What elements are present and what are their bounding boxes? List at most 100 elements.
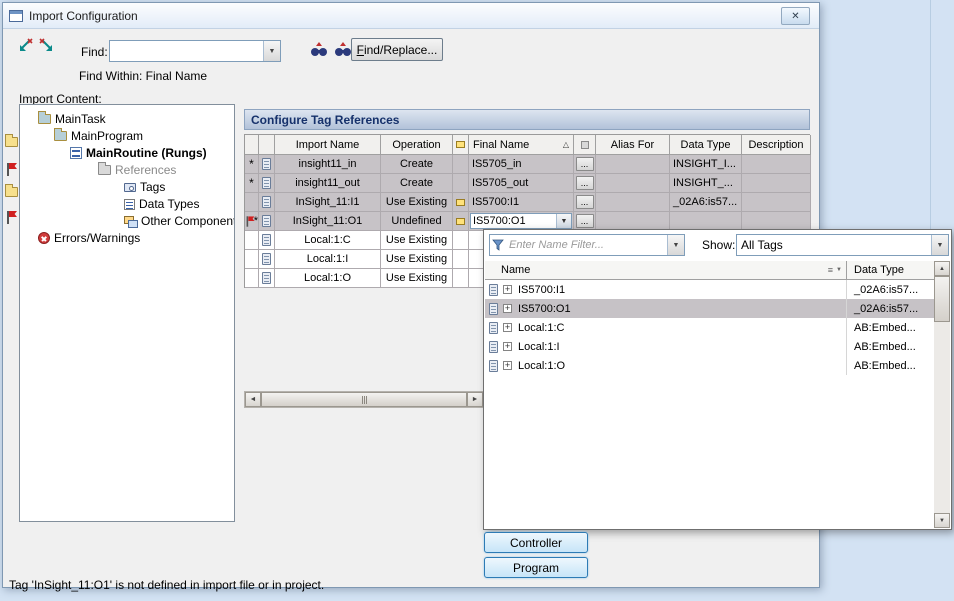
header-operation[interactable]: Operation bbox=[381, 135, 453, 155]
grid-row[interactable]: InSight_11:I1 Use Existing IS5700:I1 ...… bbox=[245, 193, 810, 212]
operation-cell[interactable]: Use Existing bbox=[381, 231, 453, 250]
tree-item-errors-warnings[interactable]: Errors/Warnings bbox=[38, 230, 140, 246]
close-button[interactable]: ✕ bbox=[781, 7, 810, 25]
browse-button[interactable]: ... bbox=[576, 195, 594, 209]
tag-list-scrollbar[interactable]: ▲ ▼ bbox=[934, 261, 950, 528]
tree-item-mainroutine[interactable]: MainRoutine (Rungs) bbox=[70, 145, 207, 161]
references-folder-icon bbox=[98, 165, 111, 175]
browse-button[interactable]: ... bbox=[576, 157, 594, 171]
operation-cell[interactable]: Use Existing bbox=[381, 193, 453, 212]
operation-cell[interactable]: Use Existing bbox=[381, 269, 453, 288]
scrollbar-thumb[interactable] bbox=[934, 276, 950, 322]
scrollbar-grip bbox=[364, 396, 365, 404]
next-marker-icon[interactable] bbox=[37, 37, 57, 55]
column-menu-icon[interactable]: ≡ bbox=[828, 265, 833, 275]
column-sort-icon[interactable]: ▼ bbox=[836, 267, 842, 273]
operation-cell[interactable]: Create bbox=[381, 174, 453, 193]
header-browse-column bbox=[574, 135, 596, 155]
find-input[interactable] bbox=[110, 41, 263, 61]
browse-button[interactable]: ... bbox=[576, 214, 594, 228]
scroll-right-icon[interactable]: ► bbox=[467, 392, 483, 407]
expand-icon[interactable]: + bbox=[503, 304, 512, 313]
show-combobox[interactable]: All Tags ▼ bbox=[736, 234, 949, 256]
data-type-column-header[interactable]: Data Type bbox=[846, 261, 935, 279]
grid-header-row: Import Name Operation Final Name△ Alias … bbox=[245, 135, 810, 155]
find-combobox[interactable]: ▼ bbox=[109, 40, 281, 62]
find-dropdown-arrow-icon[interactable]: ▼ bbox=[263, 41, 280, 61]
expand-icon[interactable]: + bbox=[503, 323, 512, 332]
name-column-header[interactable]: Name bbox=[501, 264, 530, 276]
scroll-left-icon[interactable]: ◄ bbox=[245, 392, 261, 407]
description-cell[interactable] bbox=[742, 155, 811, 174]
tag-list-item[interactable]: + Local:1:C AB:Embed... bbox=[485, 318, 935, 337]
show-dropdown-arrow-icon[interactable]: ▼ bbox=[931, 235, 948, 255]
header-description[interactable]: Description bbox=[742, 135, 811, 155]
browse-button[interactable]: ... bbox=[576, 176, 594, 190]
tree-item-references[interactable]: References bbox=[98, 162, 176, 178]
alias-for-cell[interactable] bbox=[596, 193, 670, 212]
import-name-cell[interactable]: Local:1:I bbox=[275, 250, 381, 269]
close-icon: ✕ bbox=[791, 11, 799, 22]
import-name-cell[interactable]: insight11_out bbox=[275, 174, 381, 193]
tree-item-other-components[interactable]: Other Components bbox=[124, 213, 235, 229]
import-name-cell[interactable]: Local:1:O bbox=[275, 269, 381, 288]
find-next-icon[interactable] bbox=[309, 41, 329, 59]
filter-dropdown-arrow-icon[interactable]: ▼ bbox=[667, 235, 684, 255]
expand-icon[interactable]: + bbox=[503, 361, 512, 370]
grid-horizontal-scrollbar[interactable]: ◄ ► bbox=[244, 391, 484, 408]
header-alias-for[interactable]: Alias For bbox=[596, 135, 670, 155]
controller-button[interactable]: Controller bbox=[484, 532, 588, 553]
alias-for-cell[interactable] bbox=[596, 174, 670, 193]
import-name-cell[interactable]: Local:1:C bbox=[275, 231, 381, 250]
import-name-cell[interactable]: InSight_11:I1 bbox=[275, 193, 381, 212]
tag-type-icon bbox=[456, 199, 465, 206]
tag-list-item[interactable]: + Local:1:I AB:Embed... bbox=[485, 337, 935, 356]
final-name-combobox[interactable]: IS5700:O1 ▼ bbox=[470, 213, 572, 229]
background-window-edge bbox=[930, 0, 931, 229]
import-name-cell[interactable]: InSight_11:O1 bbox=[275, 212, 381, 231]
description-cell[interactable] bbox=[742, 193, 811, 212]
name-filter-box[interactable]: ▼ bbox=[489, 234, 685, 256]
screen: Import Configuration ✕ Find: ▼ bbox=[0, 0, 954, 601]
scroll-up-icon[interactable]: ▲ bbox=[934, 261, 950, 276]
grid-row[interactable]: * insight11_out Create IS5705_out ... IN… bbox=[245, 174, 810, 193]
tag-card-icon bbox=[489, 360, 498, 372]
operation-cell[interactable]: Undefined bbox=[381, 212, 453, 231]
scroll-down-icon[interactable]: ▼ bbox=[934, 513, 950, 528]
header-import-name[interactable]: Import Name bbox=[275, 135, 381, 155]
operation-cell[interactable]: Create bbox=[381, 155, 453, 174]
header-data-type[interactable]: Data Type bbox=[670, 135, 742, 155]
final-name-cell[interactable]: IS5705_in bbox=[469, 155, 574, 174]
tag-list-item-selected[interactable]: + IS5700:O1 _02A6:is57... bbox=[485, 299, 935, 318]
data-type-cell[interactable]: INSIGHT_... bbox=[670, 174, 742, 193]
program-button[interactable]: Program bbox=[484, 557, 588, 578]
data-type-cell[interactable]: INSIGHT_I... bbox=[670, 155, 742, 174]
tag-list-item[interactable]: + IS5700:I1 _02A6:is57... bbox=[485, 280, 935, 299]
show-label: Show: bbox=[702, 238, 735, 252]
alias-for-cell[interactable] bbox=[596, 155, 670, 174]
tag-list-item[interactable]: + Local:1:O AB:Embed... bbox=[485, 356, 935, 375]
margin-folder-icon bbox=[5, 137, 18, 147]
find-replace-button[interactable]: Find/Replace... bbox=[351, 38, 443, 61]
description-cell[interactable] bbox=[742, 174, 811, 193]
expand-icon[interactable]: + bbox=[503, 342, 512, 351]
final-name-cell[interactable]: IS5700:I1 bbox=[469, 193, 574, 212]
find-previous-icon[interactable] bbox=[333, 41, 353, 59]
final-name-cell[interactable]: IS5705_out bbox=[469, 174, 574, 193]
import-name-cell[interactable]: insight11_in bbox=[275, 155, 381, 174]
prev-marker-icon[interactable] bbox=[15, 37, 35, 55]
dropdown-arrow-icon[interactable]: ▼ bbox=[556, 214, 571, 228]
tree-item-maintask[interactable]: MainTask bbox=[38, 111, 106, 127]
data-type-cell[interactable]: _02A6:is57... bbox=[670, 193, 742, 212]
show-value: All Tags bbox=[737, 235, 931, 255]
scrollbar-thumb[interactable] bbox=[261, 392, 467, 407]
tree-item-tags[interactable]: Tags bbox=[124, 179, 165, 195]
header-final-name[interactable]: Final Name△ bbox=[469, 135, 574, 155]
grid-row[interactable]: * insight11_in Create IS5705_in ... INSI… bbox=[245, 155, 810, 174]
tree-item-mainprogram[interactable]: MainProgram bbox=[54, 128, 143, 144]
name-filter-input[interactable] bbox=[506, 235, 667, 255]
expand-icon[interactable]: + bbox=[503, 285, 512, 294]
operation-cell[interactable]: Use Existing bbox=[381, 250, 453, 269]
tag-card-icon bbox=[489, 322, 498, 334]
tree-item-data-types[interactable]: Data Types bbox=[124, 196, 199, 212]
